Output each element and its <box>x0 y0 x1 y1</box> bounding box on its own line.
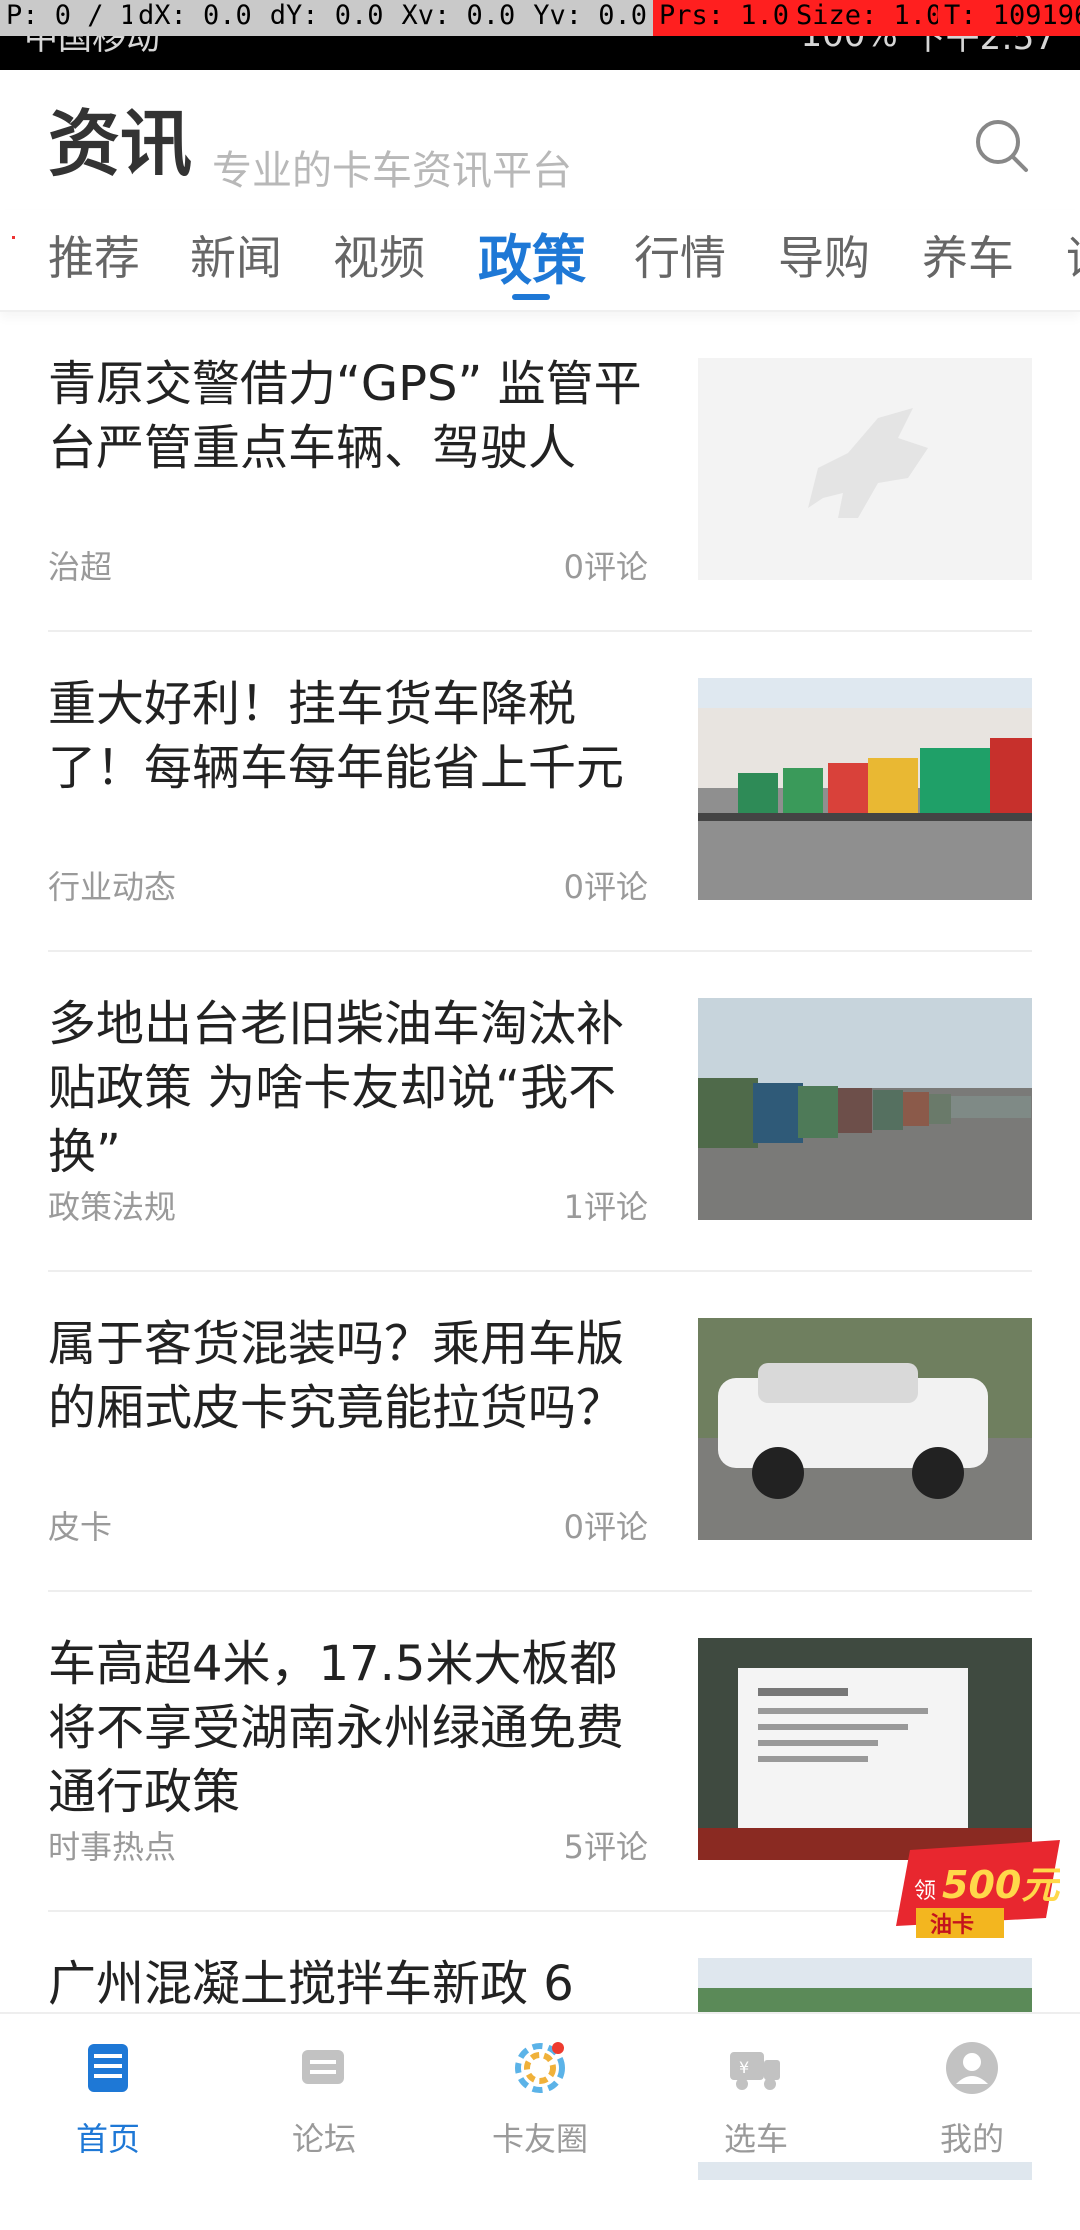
pointer-t: T: 109196 <box>938 0 1080 36</box>
promo-amount: 500元 <box>942 1863 1060 1907</box>
nav-forum-label: 论坛 <box>291 2120 356 2158</box>
tab-guide[interactable]: 导购 <box>778 222 870 288</box>
svg-text:¥: ¥ <box>739 2058 749 2077</box>
pointer-size: Size: 1.0 <box>790 0 942 36</box>
tab-maintenance[interactable]: 养车 <box>922 222 1014 288</box>
pointer-dx: dX: 0.0 <box>132 0 264 36</box>
home-doc-icon <box>88 2044 128 2092</box>
news-comments: 1评论 <box>563 1188 648 1226</box>
news-tag: 行业动态 <box>48 868 177 906</box>
nav-profile[interactable]: 我的 <box>864 2014 1080 2162</box>
tab-recommend[interactable]: 推荐 <box>48 222 140 288</box>
bottom-navigation: 首页 论坛 卡友圈 ¥ 选车 我的 <box>0 2012 1080 2162</box>
news-thumbnail-placeholder[interactable] <box>698 358 1032 580</box>
active-tab-indicator <box>512 294 550 300</box>
news-title[interactable]: 车高超4米，17.5米大板都将不享受湖南永州绿通免费通行政策 <box>48 1632 648 1824</box>
pointer-yv: Yv: 0.0 <box>527 0 653 36</box>
nav-forum[interactable]: 论坛 <box>216 2014 432 2162</box>
nav-profile-label: 我的 <box>939 2120 1004 2158</box>
category-tabs: 推荐 新闻 视频 政策 行情 导购 养车 评 <box>0 210 1080 312</box>
nav-choose-truck[interactable]: ¥ 选车 <box>648 2014 864 2162</box>
fuel-card-promo-badge[interactable]: 领 500元 油卡 <box>896 1840 1063 1944</box>
news-thumbnail-trailers[interactable] <box>698 678 1032 900</box>
nav-truck-friends-label: 卡友圈 <box>491 2120 588 2158</box>
promo-label: 油卡 <box>930 1913 974 1938</box>
tab-policy[interactable]: 政策 <box>478 216 586 295</box>
pointer-prs: Prs: 1.0 <box>653 0 790 36</box>
header: 资讯 专业的卡车资讯平台 <box>0 70 1080 194</box>
news-item[interactable]: 重大好利！挂车货车降税了！每辆车每年能省上千元 行业动态 0评论 <box>48 632 1032 952</box>
news-tag: 皮卡 <box>48 1508 113 1546</box>
nav-home-label: 首页 <box>75 2120 140 2158</box>
tab-market[interactable]: 行情 <box>634 222 726 288</box>
news-tag: 治超 <box>48 548 113 586</box>
news-title[interactable]: 青原交警借力“GPS” 监管平台严管重点车辆、驾驶人 <box>48 352 648 480</box>
news-title[interactable]: 广州混凝土搅拌车新政 6 <box>48 1952 648 2016</box>
nav-choose-truck-label: 选车 <box>723 2120 788 2158</box>
news-item[interactable]: 青原交警借力“GPS” 监管平台严管重点车辆、驾驶人 治超 0评论 <box>48 312 1032 632</box>
news-title[interactable]: 重大好利！挂车货车降税了！每辆车每年能省上千元 <box>48 672 648 800</box>
status-bar: 中国移动 100% 下午2:57 P: 0 / 1 dX: 0.0 dY: 0.… <box>0 0 1080 70</box>
pointer-xv: Xv: 0.0 <box>395 0 528 36</box>
news-item[interactable]: 属于客货混装吗？乘用车版的厢式皮卡究竟能拉货吗？ 皮卡 0评论 <box>48 1272 1032 1592</box>
truck-icon: ¥ <box>730 2052 780 2090</box>
profile-icon <box>946 2042 998 2094</box>
news-item[interactable]: 多地出台老旧柴油车淘汰补贴政策 为啥卡友却说“我不换” 政策法规 1评论 <box>48 952 1032 1272</box>
news-comments: 0评论 <box>563 1508 648 1546</box>
news-title[interactable]: 属于客货混装吗？乘用车版的厢式皮卡究竟能拉货吗？ <box>48 1312 648 1440</box>
tab-news[interactable]: 新闻 <box>190 222 282 288</box>
pointer-dy: dY: 0.0 <box>263 0 396 36</box>
news-tag: 政策法规 <box>48 1188 177 1226</box>
news-thumbnail-pickup[interactable] <box>698 1318 1032 1540</box>
pointer-debug-overlay: P: 0 / 1 dX: 0.0 dY: 0.0 Xv: 0.0 Yv: 0.0… <box>0 0 1080 36</box>
news-item[interactable]: 车高超4米，17.5米大板都将不享受湖南永州绿通免费通行政策 时事热点 5评论 <box>48 1592 1032 1912</box>
news-thumbnail-notice[interactable] <box>698 1638 1032 1860</box>
page-subtitle: 专业的卡车资讯平台 <box>212 148 572 194</box>
promo-prefix: 领 <box>914 1879 936 1904</box>
tab-review[interactable]: 评 <box>1066 222 1080 288</box>
search-icon[interactable] <box>972 116 1032 176</box>
news-comments: 5评论 <box>563 1828 648 1866</box>
pinwheel-icon <box>515 2042 565 2093</box>
page-title: 资讯 <box>48 101 193 186</box>
news-comments: 0评论 <box>563 548 648 586</box>
forum-chat-icon <box>302 2050 344 2084</box>
nav-truck-friends[interactable]: 卡友圈 <box>432 2014 648 2162</box>
news-comments: 0评论 <box>563 868 648 906</box>
news-title[interactable]: 多地出台老旧柴油车淘汰补贴政策 为啥卡友却说“我不换” <box>48 992 648 1184</box>
news-tag: 时事热点 <box>48 1828 177 1866</box>
tab-video[interactable]: 视频 <box>333 222 425 288</box>
news-thumbnail-trucks[interactable] <box>698 998 1032 1220</box>
pointer-p: P: 0 / 1 <box>0 0 136 36</box>
nav-home[interactable]: 首页 <box>0 2014 216 2162</box>
